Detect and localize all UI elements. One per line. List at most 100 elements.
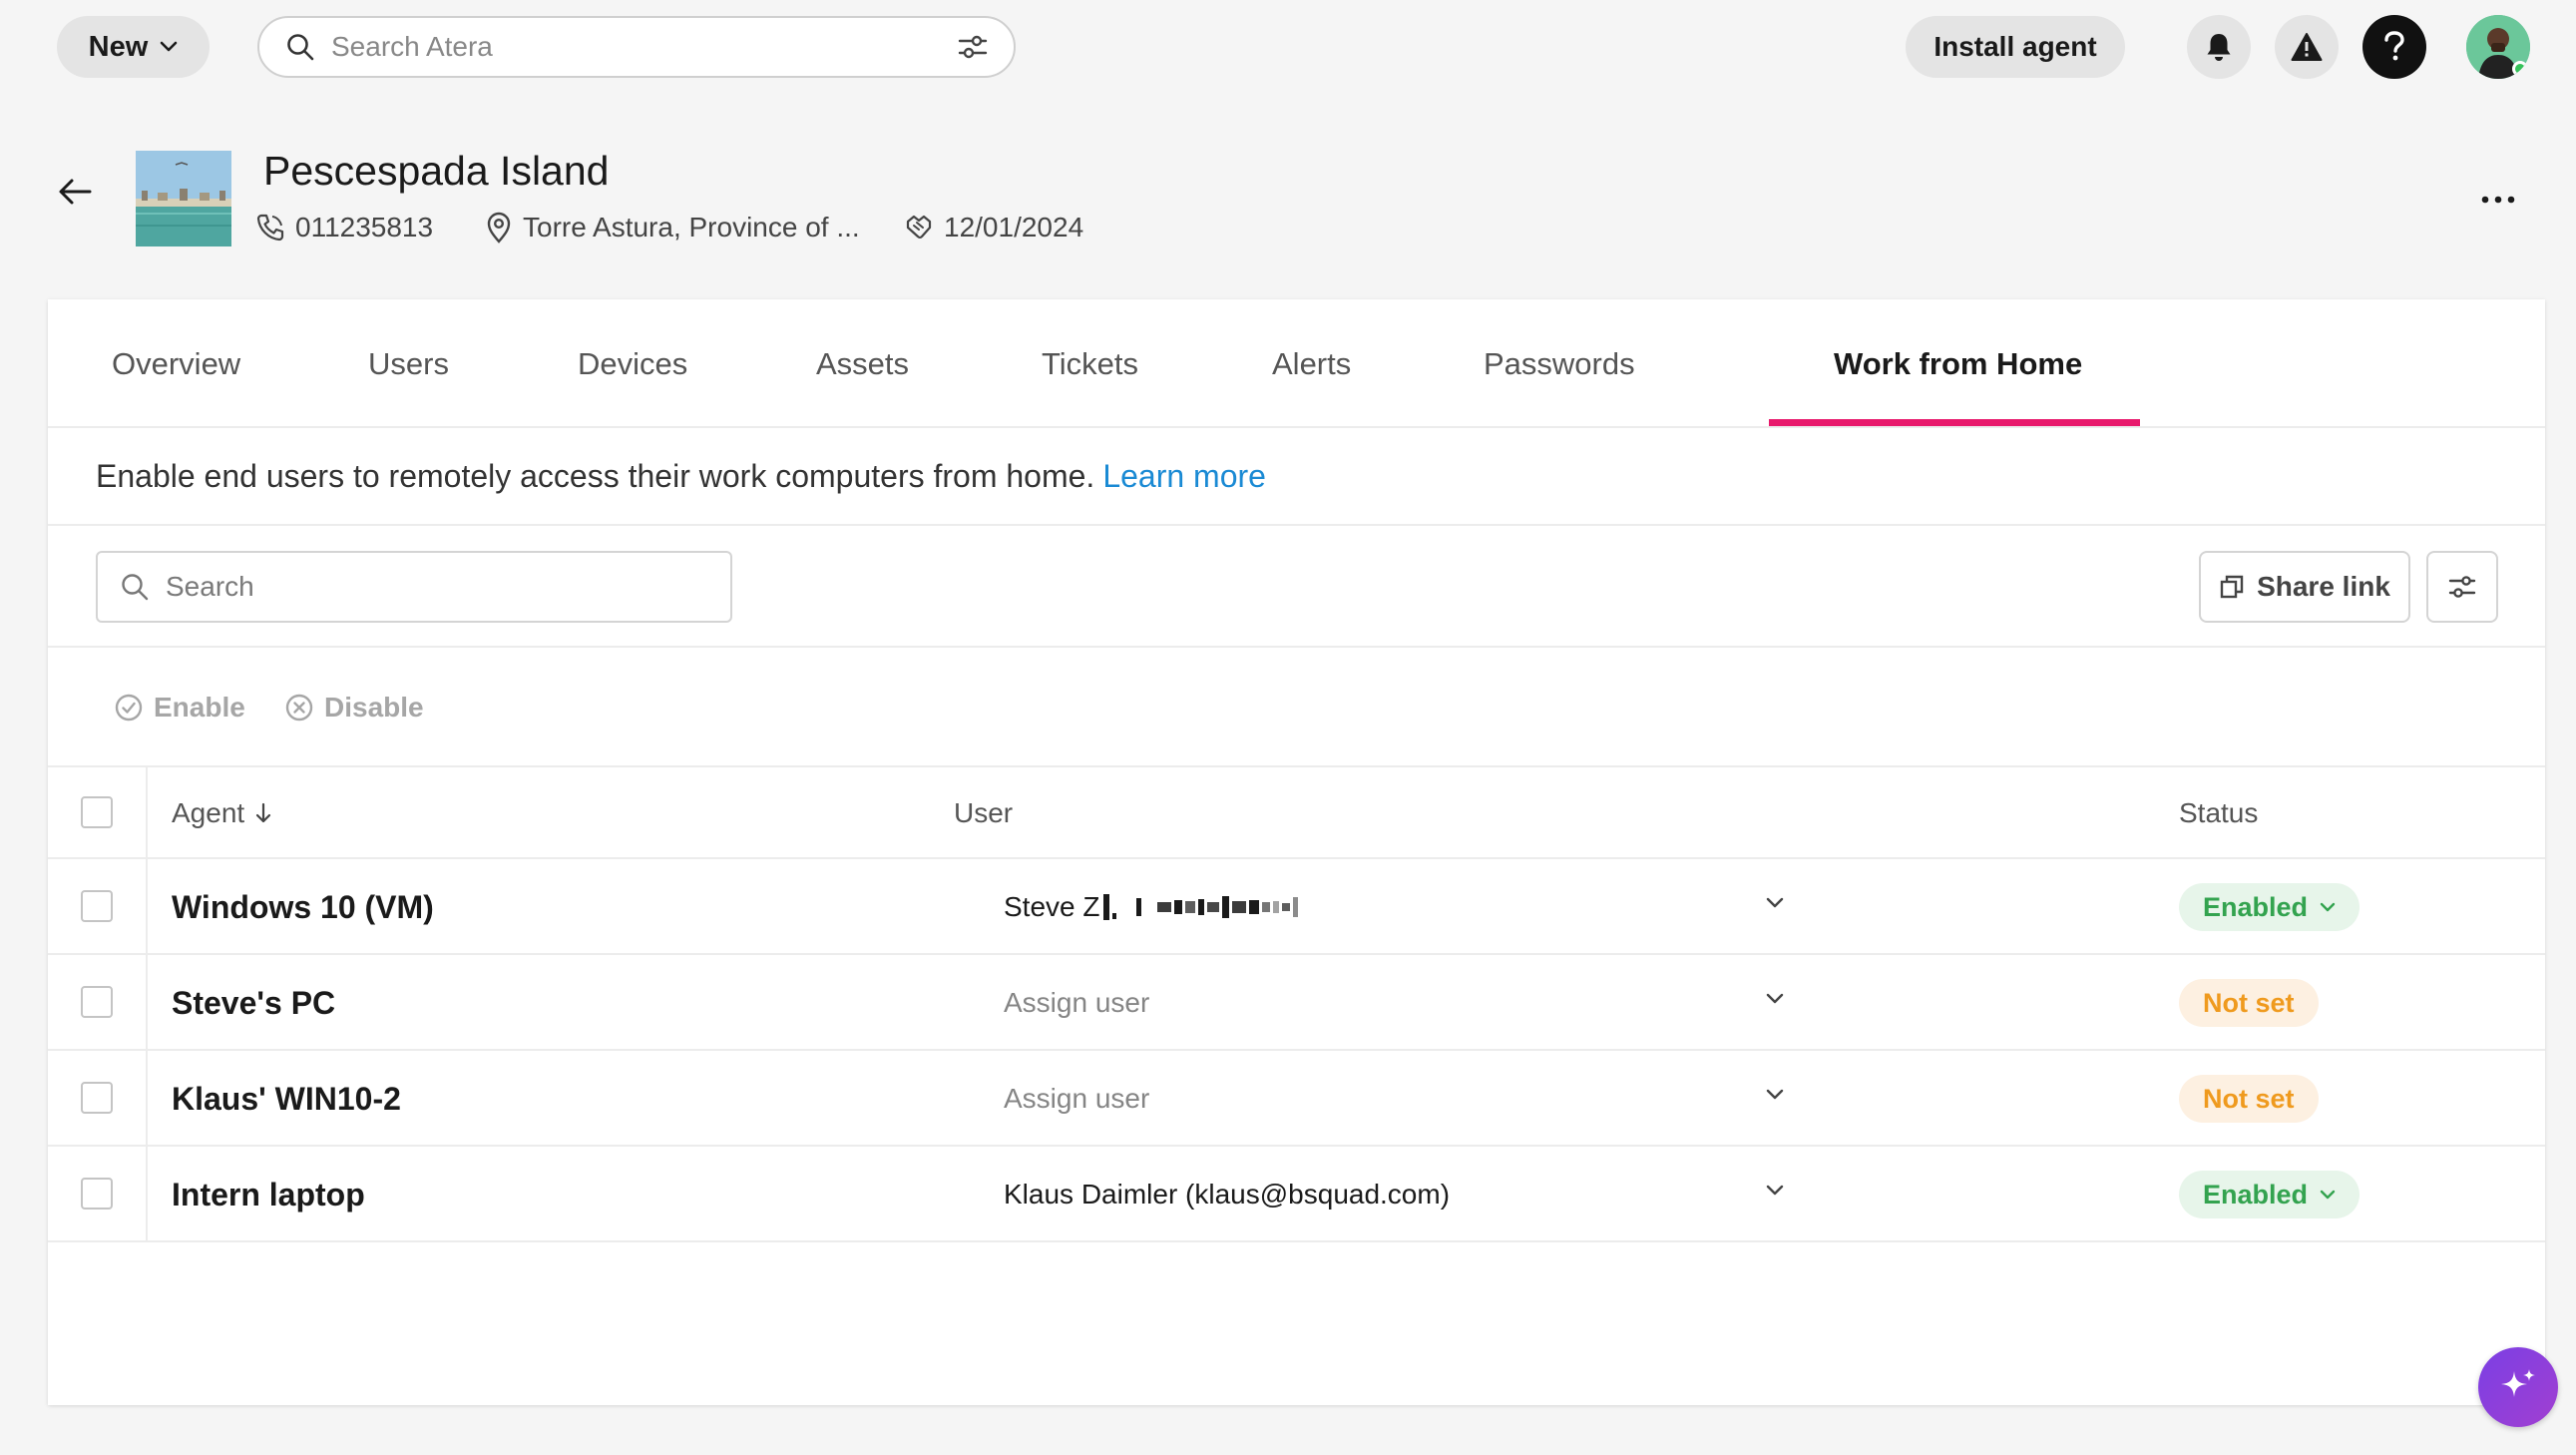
agent-column-header[interactable]: Agent xyxy=(172,767,272,859)
tab-assets-label: Assets xyxy=(816,345,910,381)
status-column-header: Status xyxy=(2179,767,2258,859)
arrow-left-icon xyxy=(59,179,92,205)
status-column-label: Status xyxy=(2179,797,2259,828)
assign-user-placeholder: Assign user xyxy=(1004,987,1150,1018)
location-pin-icon xyxy=(487,212,511,243)
warning-icon xyxy=(2291,33,2323,61)
bulk-actions: Enable Disable xyxy=(48,648,2545,767)
chevron-down-icon xyxy=(161,41,178,52)
row-select-cell xyxy=(48,955,148,1049)
global-search-input[interactable] xyxy=(331,31,958,63)
ai-assistant-button[interactable] xyxy=(2478,1347,2558,1427)
more-options-button[interactable] xyxy=(2474,180,2522,220)
search-icon xyxy=(122,574,149,601)
customer-phone: 011235813 xyxy=(255,212,433,243)
sparkle-icon xyxy=(2501,1369,2535,1397)
agent-search[interactable] xyxy=(96,551,732,623)
row-select-cell xyxy=(48,859,148,953)
status-label: Enabled xyxy=(2203,1179,2309,1210)
active-tab-indicator xyxy=(1769,419,2140,426)
tab-overview-label: Overview xyxy=(112,345,241,381)
sort-arrow-down-icon xyxy=(256,802,271,823)
user-assign-dropdown[interactable]: Assign user xyxy=(980,965,1800,1041)
redacted-text xyxy=(1103,892,1299,922)
tab-overview[interactable]: Overview xyxy=(112,299,240,428)
check-circle-icon xyxy=(115,694,143,722)
row-select-cell xyxy=(48,1147,148,1240)
online-status-dot xyxy=(2512,61,2528,77)
customer-date: 12/01/2024 xyxy=(904,212,1083,243)
user-column-label: User xyxy=(954,797,1014,828)
disable-button[interactable]: Disable xyxy=(284,648,424,767)
chevron-down-icon xyxy=(1766,993,1784,1004)
user-column-header: User xyxy=(954,767,1013,859)
x-circle-icon xyxy=(285,694,313,722)
help-button[interactable] xyxy=(2362,15,2426,79)
table-row: Intern laptop Klaus Daimler (klaus@bsqua… xyxy=(48,1147,2545,1242)
alerts-button[interactable] xyxy=(2275,15,2339,79)
share-link-label: Share link xyxy=(2257,571,2390,602)
table-row: Steve's PC Assign user Not set xyxy=(48,955,2545,1051)
table-row: Klaus' WIN10-2 Assign user Not set xyxy=(48,1051,2545,1147)
enable-button[interactable]: Enable xyxy=(114,648,245,767)
customer-date-value: 12/01/2024 xyxy=(944,212,1084,242)
status-label: Not set xyxy=(2203,987,2295,1018)
assign-user-placeholder: Assign user xyxy=(1004,1083,1150,1114)
user-assign-dropdown[interactable]: Klaus Daimler (klaus@bsquad.com) xyxy=(980,1157,1800,1232)
row-select-cell xyxy=(48,1051,148,1145)
tab-devices-label: Devices xyxy=(578,345,688,381)
new-button[interactable]: New xyxy=(57,16,210,78)
table-header: Agent User Status xyxy=(48,767,2545,859)
agents-table: Agent User Status Windows 10 (VM) Steve … xyxy=(48,767,2545,1242)
agent-name: Klaus' WIN10-2 xyxy=(172,1080,401,1117)
new-button-label: New xyxy=(88,30,149,63)
global-search[interactable] xyxy=(257,16,1016,78)
tab-alerts-label: Alerts xyxy=(1272,345,1352,381)
tab-passwords[interactable]: Passwords xyxy=(1484,299,1635,428)
tab-work-from-home-label: Work from Home xyxy=(1834,345,2083,381)
status-badge[interactable]: Not set xyxy=(2179,979,2319,1027)
tab-work-from-home[interactable]: Work from Home xyxy=(1834,299,2082,428)
user-assign-dropdown[interactable]: Steve Z xyxy=(980,869,1800,945)
row-checkbox[interactable] xyxy=(81,1178,113,1210)
tab-assets[interactable]: Assets xyxy=(816,299,909,428)
row-checkbox[interactable] xyxy=(81,1082,113,1114)
user-assign-dropdown[interactable]: Assign user xyxy=(980,1061,1800,1137)
learn-more-link[interactable]: Learn more xyxy=(1102,458,1266,495)
install-agent-button[interactable]: Install agent xyxy=(1906,16,2125,78)
copy-icon xyxy=(2220,575,2244,599)
tab-users[interactable]: Users xyxy=(368,299,449,428)
status-dropdown[interactable]: Enabled xyxy=(2179,1171,2361,1218)
user-avatar[interactable] xyxy=(2466,15,2530,79)
share-link-button[interactable]: Share link xyxy=(2199,551,2410,623)
assigned-user: Steve Z xyxy=(1004,891,1100,922)
chevron-down-icon xyxy=(1766,1185,1784,1196)
select-all-checkbox[interactable] xyxy=(81,796,113,828)
status-badge[interactable]: Not set xyxy=(2179,1075,2319,1123)
back-button[interactable] xyxy=(58,178,92,206)
customer-logo xyxy=(136,151,231,246)
status-label: Enabled xyxy=(2203,891,2309,922)
agent-name: Windows 10 (VM) xyxy=(172,888,434,925)
table-toolbar: Share link xyxy=(48,526,2545,648)
filter-settings-button[interactable] xyxy=(2426,551,2498,623)
assigned-user: Klaus Daimler (klaus@bsquad.com) xyxy=(1004,1179,1451,1210)
tab-passwords-label: Passwords xyxy=(1484,345,1635,381)
filter-sliders-icon xyxy=(2448,576,2476,598)
select-all-cell xyxy=(48,767,148,857)
status-dropdown[interactable]: Enabled xyxy=(2179,883,2361,931)
row-checkbox[interactable] xyxy=(81,986,113,1018)
agent-search-input[interactable] xyxy=(166,571,708,603)
status-label: Not set xyxy=(2203,1083,2295,1114)
agent-name: Steve's PC xyxy=(172,984,336,1021)
customer-location-value: Torre Astura, Province of ... xyxy=(523,212,860,242)
row-checkbox[interactable] xyxy=(81,890,113,922)
filter-sliders-icon[interactable] xyxy=(958,33,988,61)
tab-tickets[interactable]: Tickets xyxy=(1042,299,1138,428)
tab-alerts[interactable]: Alerts xyxy=(1272,299,1351,428)
tab-devices[interactable]: Devices xyxy=(578,299,687,428)
install-agent-label: Install agent xyxy=(1933,31,2097,62)
phone-icon xyxy=(256,214,284,242)
notifications-button[interactable] xyxy=(2187,15,2251,79)
feature-description-text: Enable end users to remotely access thei… xyxy=(96,457,1095,494)
